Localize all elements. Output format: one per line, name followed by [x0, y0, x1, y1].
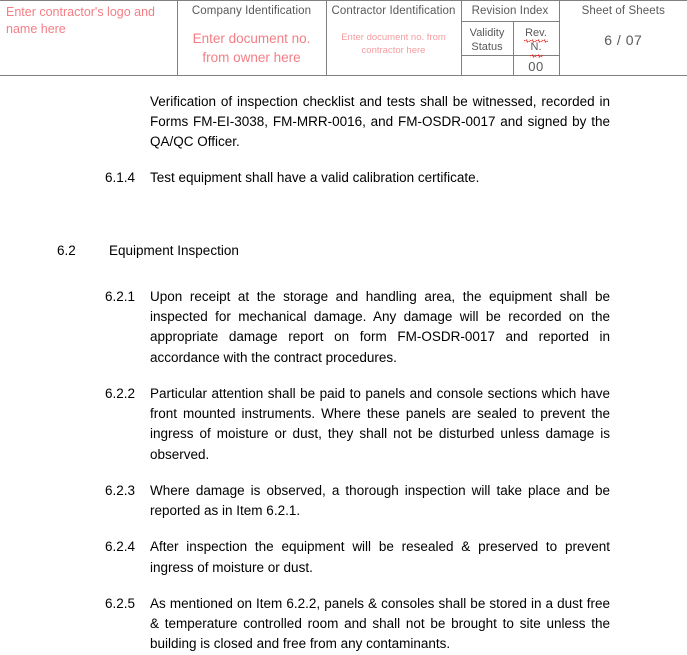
clause-6-2-3: 6.2.3 Where damage is observed, a thorou… — [105, 481, 610, 522]
document-header-table: Enter contractor's logo and name here Co… — [0, 0, 687, 76]
clause-number: 6.2.5 — [105, 594, 150, 614]
validity-status-value-cell[interactable] — [461, 55, 513, 75]
clause-text: As mentioned on Item 6.2.2, panels & con… — [150, 594, 610, 655]
rev-no-cell: Rev. N. — [513, 22, 559, 56]
clause-number: 6.1.4 — [105, 168, 150, 188]
clause-text: Equipment Inspection — [109, 241, 610, 261]
contractor-logo-placeholder-text: Enter contractor's logo and name here — [0, 1, 177, 38]
spacer — [0, 219, 687, 241]
rev-no-value: 00 — [514, 56, 559, 74]
header-row-titles: Enter contractor's logo and name here Co… — [0, 1, 687, 22]
clause-6-2-1: 6.2.1 Upon receipt at the storage and ha… — [105, 287, 610, 368]
spacer — [0, 368, 687, 384]
clause-number: 6.2 — [57, 241, 109, 261]
contractor-identification-cell[interactable]: Contractor Identification Enter document… — [326, 1, 461, 76]
revision-index-label: Revision Index — [462, 1, 559, 18]
revision-index-cell: Revision Index — [461, 1, 559, 22]
validity-status-value — [462, 56, 513, 59]
sheet-of-sheets-label: Sheet of Sheets — [560, 1, 687, 18]
contractor-identification-placeholder-text: Enter document no. from contractor here — [327, 18, 461, 58]
document-body: Verification of inspection checklist and… — [0, 76, 687, 655]
spacer — [0, 189, 687, 219]
spacer — [0, 76, 687, 92]
clause-text: Particular attention shall be paid to pa… — [150, 384, 610, 465]
clause-6-1-4: 6.1.4 Test equipment shall have a valid … — [105, 168, 610, 188]
company-identification-label: Company Identification — [178, 1, 326, 18]
spacer — [0, 578, 687, 594]
clause-text: Where damage is observed, a thorough ins… — [150, 481, 610, 522]
spacer — [0, 152, 687, 168]
clause-6-2-2: 6.2.2 Particular attention shall be paid… — [105, 384, 610, 465]
sheet-of-sheets-cell: Sheet of Sheets 6 / 07 — [559, 1, 687, 76]
spacer — [0, 521, 687, 537]
clause-text: Upon receipt at the storage and handling… — [150, 287, 610, 368]
clause-number: 6.2.4 — [105, 537, 150, 557]
contractor-logo-cell[interactable]: Enter contractor's logo and name here — [0, 1, 177, 76]
clause-text: Test equipment shall have a valid calibr… — [150, 168, 610, 188]
continuation-paragraph: Verification of inspection checklist and… — [150, 92, 610, 153]
spacer — [0, 261, 687, 287]
clause-6-2-5: 6.2.5 As mentioned on Item 6.2.2, panels… — [105, 594, 610, 655]
validity-status-cell: Validity Status — [461, 22, 513, 56]
spacer — [0, 465, 687, 481]
company-identification-placeholder-text: Enter document no. from owner here — [178, 18, 326, 68]
clause-6-2-4: 6.2.4 After inspection the equipment wil… — [105, 537, 610, 578]
company-identification-cell[interactable]: Company Identification Enter document no… — [177, 1, 326, 76]
rev-no-label-part1: Rev. — [525, 26, 547, 40]
clause-6-2-heading: 6.2 Equipment Inspection — [57, 241, 610, 261]
sheet-of-sheets-value: 6 / 07 — [560, 18, 687, 48]
rev-no-value-cell[interactable]: 00 — [513, 55, 559, 75]
validity-status-label: Validity Status — [462, 22, 513, 55]
rev-no-label: Rev. N. — [514, 22, 559, 55]
contractor-identification-label: Contractor Identification — [327, 1, 461, 18]
clause-number: 6.2.1 — [105, 287, 150, 307]
clause-number: 6.2.2 — [105, 384, 150, 404]
clause-text: After inspection the equipment will be r… — [150, 537, 610, 578]
rev-no-label-part2: N. — [531, 40, 542, 54]
clause-number: 6.2.3 — [105, 481, 150, 501]
